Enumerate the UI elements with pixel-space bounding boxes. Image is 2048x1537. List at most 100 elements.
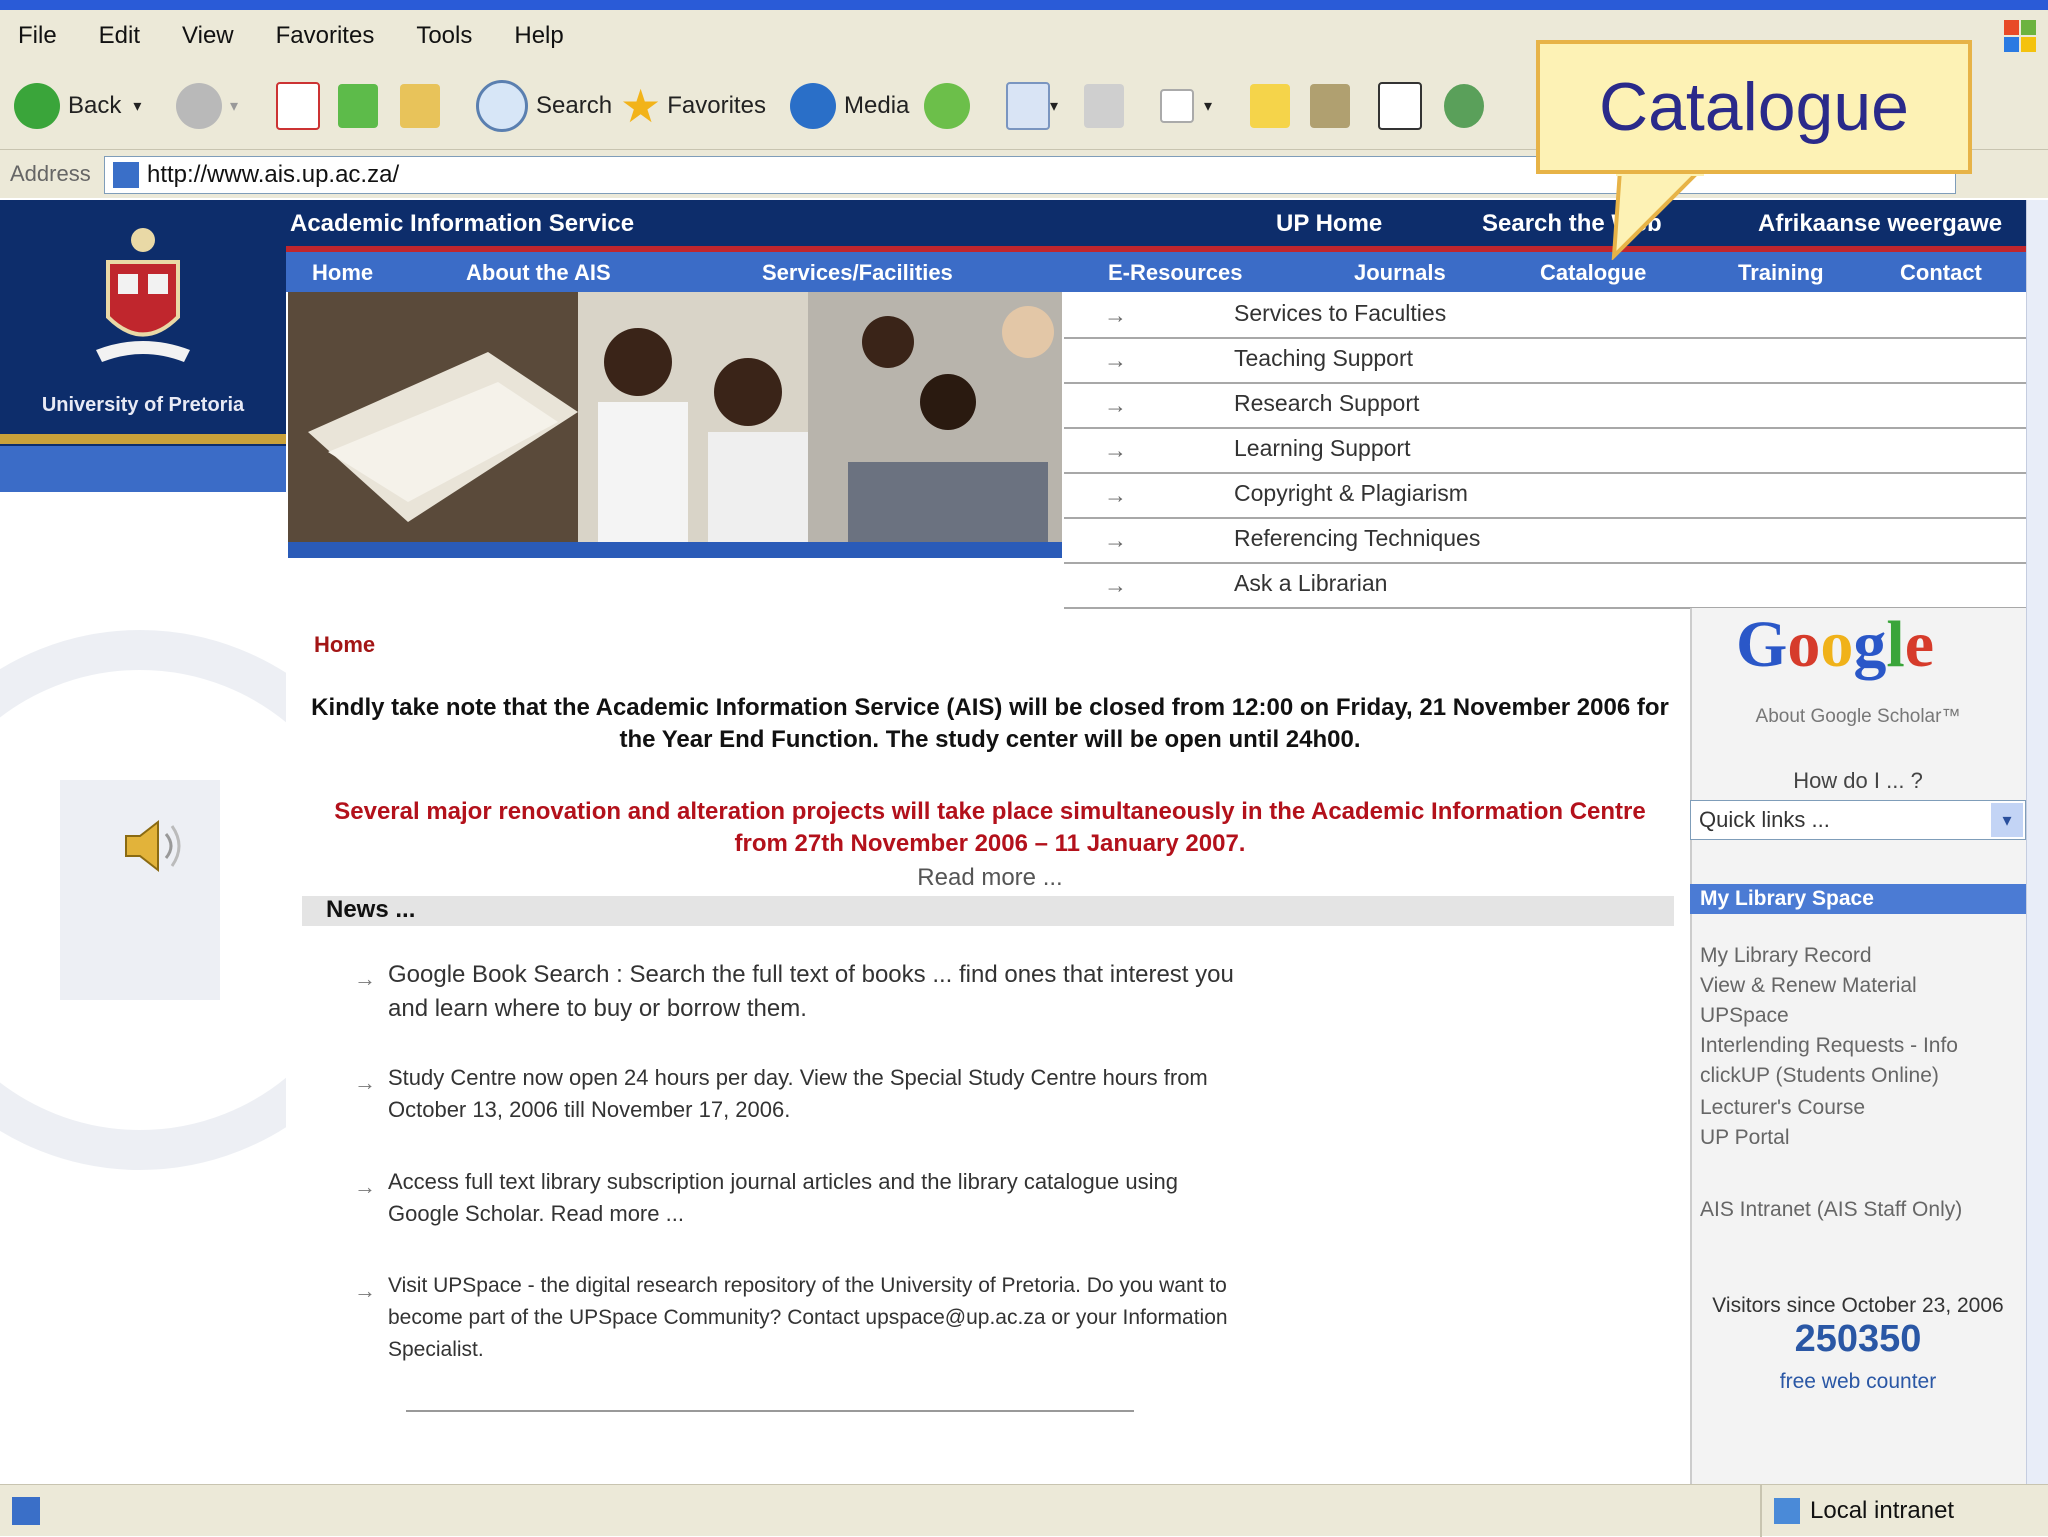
menu-favorites[interactable]: Favorites [276, 22, 375, 50]
favorites-button[interactable]: ★ Favorites [620, 76, 766, 136]
about-google-scholar-link[interactable]: About Google Scholar™ [1690, 706, 2026, 728]
menu-tools[interactable]: Tools [416, 22, 472, 50]
intranet-icon [1774, 1498, 1800, 1524]
chevron-down-icon[interactable]: ▾ [1991, 803, 2023, 837]
history-icon [924, 83, 970, 129]
messenger-icon [1444, 84, 1484, 128]
mylib-link-interlending[interactable]: Interlending Requests - Info [1700, 1034, 1958, 1058]
bullet-icon: → [354, 1070, 376, 1095]
university-name: University of Pretoria [41, 394, 245, 416]
dropdown-item-faculties[interactable]: → Services to Faculties [1064, 292, 2026, 339]
back-arrow-icon [14, 83, 60, 129]
dropdown-item-librarian[interactable]: → Ask a Librarian [1064, 562, 2026, 609]
quick-links-select[interactable]: Quick links ... ▾ [1690, 800, 2026, 840]
research-button[interactable] [1310, 76, 1350, 136]
globe-icon [790, 83, 836, 129]
discuss-button[interactable] [1250, 76, 1290, 136]
mail-icon [1006, 82, 1050, 130]
title-bar [0, 0, 2048, 10]
blue-stripe [0, 446, 286, 492]
security-zone: Local intranet [1760, 1485, 1954, 1537]
dropdown-item-learning[interactable]: → Learning Support [1064, 427, 2026, 474]
free-counter-link[interactable]: free web counter [1690, 1370, 2026, 1394]
news-item[interactable]: Visit UPSpace - the digital research rep… [388, 1270, 1248, 1366]
nav-about[interactable]: About the AIS [466, 260, 611, 286]
menu-view[interactable]: View [182, 22, 234, 50]
google-scholar-logo[interactable]: Google [1730, 606, 1990, 696]
catalogue-callout: Catalogue [1536, 40, 1972, 174]
mylib-link-record[interactable]: My Library Record [1700, 944, 1872, 968]
dropdown-item-referencing[interactable]: → Referencing Techniques [1064, 517, 2026, 564]
dropdown-item-research[interactable]: → Research Support [1064, 382, 2026, 429]
my-library-header: My Library Space [1690, 884, 2026, 914]
menu-help[interactable]: Help [514, 22, 563, 50]
mylib-link-upspace[interactable]: UPSpace [1700, 1004, 1789, 1028]
windows-logo-icon [2004, 20, 2036, 52]
main-navigation: Home About the AIS Services/Facilities E… [286, 252, 2026, 292]
closure-notice: Kindly take note that the Academic Infor… [311, 694, 1669, 753]
afrikaans-link[interactable]: Afrikaanse weergawe [1758, 210, 2002, 238]
dropdown-item-copyright[interactable]: → Copyright & Plagiarism [1064, 472, 2026, 519]
dropdown-item-teaching[interactable]: → Teaching Support [1064, 337, 2026, 384]
search-button[interactable]: Search [476, 76, 612, 136]
address-url: http://www.ais.up.ac.za/ [147, 161, 400, 188]
edit-icon [1160, 89, 1194, 123]
nav-journals[interactable]: Journals [1354, 260, 1446, 286]
callout-pointer [1611, 170, 1704, 260]
mylib-link-portal[interactable]: UP Portal [1700, 1126, 1790, 1150]
gold-divider [0, 434, 286, 444]
ais-intranet-link[interactable]: AIS Intranet (AIS Staff Only) [1700, 1198, 1962, 1222]
home-button[interactable] [400, 76, 440, 136]
menu-edit[interactable]: Edit [99, 22, 140, 50]
svg-text:Google: Google [1736, 608, 1934, 681]
messenger-button[interactable] [1444, 76, 1484, 136]
nav-contact[interactable]: Contact [1900, 260, 1982, 286]
news-item[interactable]: Study Centre now open 24 hours per day. … [388, 1062, 1248, 1126]
mail-button[interactable]: ▾ [1006, 76, 1058, 136]
search-icon [476, 80, 528, 132]
refresh-button[interactable] [338, 76, 378, 136]
nav-home[interactable]: Home [312, 260, 373, 286]
back-button[interactable]: Back ▾ [14, 76, 141, 136]
mylib-link-renew[interactable]: View & Renew Material [1700, 974, 1917, 998]
nav-eresources[interactable]: E-Resources [1108, 260, 1243, 286]
students-photo [288, 292, 1062, 558]
arrow-icon: → [1104, 527, 1127, 553]
news-item[interactable]: Access full text library subscription jo… [388, 1166, 1248, 1230]
speaker-icon[interactable] [120, 814, 184, 878]
site-title: Academic Information Service [290, 210, 635, 237]
nav-catalogue[interactable]: Catalogue [1540, 260, 1646, 286]
mylib-link-lecturer[interactable]: Lecturer's Course [1700, 1096, 1865, 1120]
nav-training[interactable]: Training [1738, 260, 1824, 286]
status-bar: Local intranet [0, 1484, 2048, 1537]
news-header: News ... [302, 896, 1674, 926]
nav-services[interactable]: Services/Facilities [762, 260, 953, 286]
menu-file[interactable]: File [18, 22, 57, 50]
stop-button[interactable] [276, 76, 320, 136]
edit-button[interactable]: ▾ [1160, 76, 1212, 136]
breadcrumb[interactable]: Home [314, 632, 375, 658]
arrow-icon: → [1104, 347, 1127, 373]
books-icon [1310, 84, 1350, 128]
media-button[interactable]: Media [790, 76, 909, 136]
home-icon [400, 84, 440, 128]
mylib-link-clickup[interactable]: clickUP (Students Online) [1700, 1064, 1939, 1088]
vertical-scrollbar[interactable] [2026, 200, 2048, 1484]
printer-icon [1084, 84, 1124, 128]
code-button[interactable] [1378, 76, 1422, 136]
bullet-icon: → [354, 1278, 376, 1303]
news-item[interactable]: Google Book Search : Search the full tex… [388, 958, 1248, 1026]
up-home-link[interactable]: UP Home [1276, 210, 1382, 238]
arrow-icon: → [1104, 572, 1127, 598]
crest-watermark [0, 630, 286, 1170]
forward-arrow-icon [176, 83, 222, 129]
history-button[interactable] [924, 76, 978, 136]
bullet-icon: → [354, 966, 376, 991]
read-more-link[interactable]: Read more ... [310, 864, 1670, 892]
forward-button[interactable]: ▾ [176, 76, 238, 136]
arrow-icon: → [1104, 392, 1127, 418]
print-button[interactable] [1084, 76, 1124, 136]
arrow-icon: → [1104, 437, 1127, 463]
code-icon [1378, 82, 1422, 130]
arrow-icon: → [1104, 482, 1127, 508]
